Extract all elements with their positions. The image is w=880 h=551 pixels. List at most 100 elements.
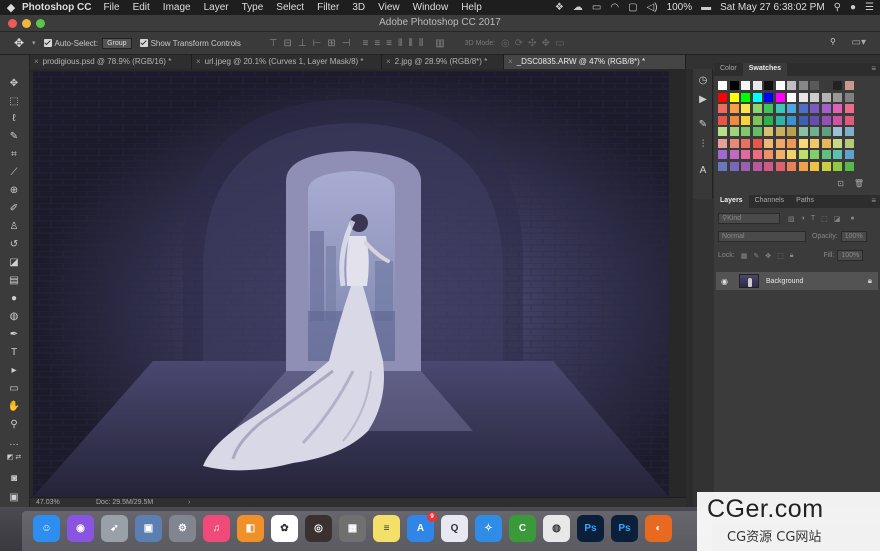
color-swatch[interactable] (729, 150, 739, 159)
color-swatch[interactable] (810, 138, 819, 148)
history-brush-tool-icon[interactable]: ↺ (6, 238, 22, 252)
menu-file[interactable]: File (103, 2, 119, 13)
color-swatch[interactable] (764, 92, 773, 102)
actions-panel-icon[interactable]: ▶ (697, 94, 709, 106)
menu-type[interactable]: Type (242, 2, 264, 13)
tab-swatches[interactable]: Swatches (742, 63, 788, 76)
eye-visibility-icon[interactable]: ◉ (721, 277, 735, 286)
menu-filter[interactable]: Filter (317, 2, 339, 13)
dock-app-notes-icon[interactable]: ≡ (373, 515, 400, 542)
close-tab-icon[interactable]: × (386, 57, 391, 66)
menu-layer[interactable]: Layer (204, 2, 229, 13)
show-transform-checkbox[interactable] (139, 39, 148, 47)
color-swatch[interactable] (752, 161, 762, 171)
color-swatch[interactable] (844, 81, 854, 90)
filter-type-icon[interactable]: T (811, 215, 815, 222)
dock-app-photoshop-icon[interactable]: Ps (577, 515, 604, 542)
color-swatch[interactable] (729, 81, 739, 90)
color-swatch[interactable] (844, 127, 854, 136)
color-swatch[interactable] (798, 104, 808, 113)
tab-paths[interactable]: Paths (790, 195, 820, 208)
move-tool-preset-icon[interactable]: ✥ (14, 36, 32, 50)
distribute-bottom-icon[interactable]: ≡ (386, 38, 392, 49)
color-swatch[interactable] (741, 104, 750, 113)
color-swatch[interactable] (752, 127, 762, 136)
tab-color[interactable]: Color (714, 63, 743, 76)
3d-scale-icon[interactable]: ▭ (555, 38, 564, 49)
color-swatch[interactable] (810, 161, 819, 171)
tab-2-jpg[interactable]: × 2.jpg @ 28.9% (RGB/8*) * (382, 55, 504, 69)
user-avatar-icon[interactable]: ● (850, 2, 856, 13)
marquee-tool-icon[interactable]: ⬚ (6, 95, 22, 109)
color-swatch[interactable] (810, 127, 819, 136)
quick-select-tool-icon[interactable]: ✎ (6, 130, 22, 144)
tab-dsc0835[interactable]: × _DSC0835.ARW @ 47% (RGB/8*) * (504, 55, 686, 69)
clone-stamp-tool-icon[interactable]: ♙ (6, 220, 22, 234)
close-tab-icon[interactable]: × (34, 57, 39, 66)
dock-app-siri-icon[interactable]: ◉ (67, 515, 94, 542)
dock-app-ibooks-icon[interactable]: ◧ (237, 515, 264, 542)
filter-toggle-icon[interactable]: ● (850, 215, 854, 222)
color-swatch[interactable] (752, 104, 762, 113)
dock-app-calculator-icon[interactable]: ▦ (339, 515, 366, 542)
color-swatch[interactable] (821, 115, 831, 125)
default-colors-icon[interactable]: ◩ ⇄ (6, 451, 22, 465)
character-panel-icon[interactable]: A (697, 165, 709, 177)
dock-app-preview-icon[interactable]: ▣ (135, 515, 162, 542)
color-swatch[interactable] (741, 81, 750, 90)
mirror-icon[interactable]: ▭ (592, 2, 601, 13)
more-tools-icon[interactable]: … (6, 436, 22, 450)
color-swatch[interactable] (775, 81, 785, 90)
zoom-tool-icon[interactable]: ⚲ (6, 418, 22, 432)
align-left-icon[interactable]: ⊢ (313, 38, 322, 49)
color-swatch[interactable] (798, 92, 808, 102)
type-tool-icon[interactable]: T (6, 346, 22, 360)
tab-channels[interactable]: Channels (749, 195, 791, 208)
color-swatch[interactable] (764, 104, 773, 113)
color-swatch[interactable] (718, 138, 727, 148)
volume-icon[interactable]: ◁) (647, 2, 658, 13)
tab-url-jpeg[interactable]: × url.jpeg @ 20.1% (Curves 1, Layer Mask/… (192, 55, 382, 69)
spotlight-icon[interactable]: ⚲ (834, 2, 841, 13)
distribute-left-icon[interactable]: ⦀ (398, 38, 402, 49)
color-swatch[interactable] (741, 161, 750, 171)
fill-field[interactable]: 100% (837, 250, 864, 261)
tab-prodigious[interactable]: × prodigious.psd @ 78.9% (RGB/16) * (30, 55, 192, 69)
color-swatch[interactable] (729, 104, 739, 113)
layer-lock-icon[interactable]: 🔒︎ (868, 276, 872, 286)
menu-window[interactable]: Window (413, 2, 449, 13)
color-swatch[interactable] (764, 127, 773, 136)
dock-app-photos-icon[interactable]: ✿ (271, 515, 298, 542)
color-swatch[interactable] (833, 92, 842, 102)
battery-icon[interactable]: ▬ (701, 2, 711, 13)
lock-image-icon[interactable]: ✎ (753, 252, 759, 260)
color-swatch[interactable] (844, 150, 854, 159)
close-tab-icon[interactable]: × (508, 57, 513, 66)
workspace-icon[interactable]: ▭▾ (852, 37, 866, 48)
screen-mode-icon[interactable]: ▣ (6, 491, 22, 505)
dock-app-photoshop-2-icon[interactable]: Ps (611, 515, 638, 542)
healing-brush-tool-icon[interactable]: ⊕ (6, 184, 22, 198)
color-swatch[interactable] (752, 138, 762, 148)
color-swatch[interactable] (798, 161, 808, 171)
color-swatch[interactable] (798, 115, 808, 125)
color-swatch[interactable] (775, 138, 785, 148)
zoom-level[interactable]: 47.03% (36, 499, 60, 506)
color-swatch[interactable] (752, 81, 762, 90)
color-swatch[interactable] (775, 92, 785, 102)
3d-roll-icon[interactable]: ⟳ (515, 38, 523, 49)
dock-app-safari-icon[interactable]: ✧ (475, 515, 502, 542)
3d-orbit-icon[interactable]: ◎ (501, 38, 510, 49)
history-panel-icon[interactable]: ◷ (697, 75, 709, 87)
align-hcenter-icon[interactable]: ⊞ (327, 38, 335, 49)
color-swatch[interactable] (787, 81, 796, 90)
color-swatch[interactable] (718, 92, 727, 102)
color-swatch[interactable] (844, 115, 854, 125)
align-vcenter-icon[interactable]: ⊟ (284, 38, 292, 49)
notification-center-icon[interactable]: ☰ (865, 2, 874, 13)
dock-app-firefox-icon[interactable]: ◐ (645, 515, 672, 542)
color-swatch[interactable] (833, 150, 842, 159)
color-swatch[interactable] (833, 161, 842, 171)
color-swatch[interactable] (833, 115, 842, 125)
dock-app-app-store-icon[interactable]: A9 (407, 512, 437, 542)
